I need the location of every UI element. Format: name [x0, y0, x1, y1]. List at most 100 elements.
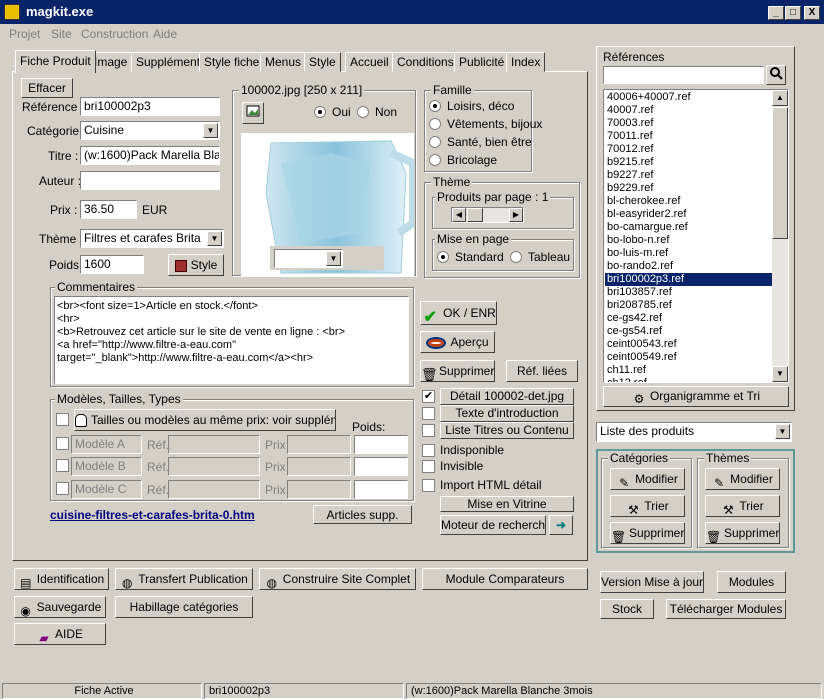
modele-c-field[interactable]: Modèle C [71, 480, 142, 499]
scroll-down-icon[interactable]: ▼ [772, 366, 788, 382]
reference-list-item[interactable]: ch11.ref [605, 364, 773, 377]
reference-list-item[interactable]: ceint00549.ref [605, 351, 773, 364]
tab-style-fiche[interactable]: Style fiche [199, 52, 265, 72]
modele-b-checkbox[interactable] [56, 459, 69, 472]
titre-field[interactable]: (w:1600)Pack Marella Blanc [80, 146, 220, 165]
reference-list-item[interactable]: bo-lobo-n.ref [605, 234, 773, 247]
reference-field[interactable]: bri100002p3 [80, 97, 220, 116]
menu-site[interactable]: Site [51, 27, 72, 41]
scroll-right-icon[interactable]: ▶ [509, 208, 523, 222]
arrow-right-icon[interactable]: ➜ [549, 515, 573, 535]
dropdown-arrow-icon[interactable]: ▼ [203, 123, 218, 138]
detail-button[interactable]: Détail 100002-det.jpg [440, 388, 574, 405]
scroll-left-icon[interactable]: ◀ [452, 208, 466, 222]
tab-supplement[interactable]: Supplément [131, 52, 206, 72]
reference-list-item[interactable]: 70003.ref [605, 117, 773, 130]
reference-list-item[interactable]: bri208785.ref [605, 299, 773, 312]
reference-list-item[interactable]: bri103857.ref [605, 286, 773, 299]
famille-radio-loisirs[interactable] [429, 100, 441, 112]
reference-list-item[interactable]: bl-easyrider2.ref [605, 208, 773, 221]
invisible-checkbox[interactable] [422, 460, 435, 473]
version-button[interactable]: Version Mise à jour [600, 571, 704, 593]
tableau-radio[interactable] [510, 251, 522, 263]
auteur-field[interactable] [80, 171, 220, 190]
ok-enr-button[interactable]: ✔ OK / ENR [420, 301, 497, 325]
scroll-thumb[interactable] [772, 107, 788, 239]
maximize-button[interactable]: □ [785, 6, 801, 20]
references-list[interactable]: 40006+40007.ref 40007.ref 70003.ref 70011.r… [603, 89, 789, 383]
references-search-input[interactable] [603, 66, 764, 84]
modele-c-checkbox[interactable] [56, 482, 69, 495]
reference-list-item[interactable]: ch12.ref [605, 377, 773, 382]
transfert-button[interactable]: ◍ Transfert Publication [115, 568, 253, 590]
reference-list-item[interactable]: bo-rando2.ref [605, 260, 773, 273]
reference-list-item[interactable]: 40006+40007.ref [605, 91, 773, 104]
themes-trier-button[interactable]: ⚒ Trier [705, 495, 780, 517]
categories-modifier-button[interactable]: ✎ Modifier [610, 468, 685, 490]
reference-list-item[interactable]: b9229.ref [605, 182, 773, 195]
tab-menus[interactable]: Menus [260, 52, 307, 72]
modele-a-poids-field[interactable] [354, 435, 408, 454]
categories-supprimer-button[interactable]: 🗑 Supprimer [610, 522, 685, 544]
scroll-thumb[interactable] [467, 208, 483, 222]
reference-list-item[interactable]: bri100002p3.ref [605, 273, 773, 286]
aide-button[interactable]: ▰ AIDE [14, 623, 106, 645]
minimize-button[interactable]: _ [768, 6, 784, 20]
habillage-button[interactable]: Habillage catégories [115, 596, 253, 618]
stock-button[interactable]: Stock [600, 599, 654, 619]
famille-radio-bricolage[interactable] [429, 154, 441, 166]
modele-c-prix-field[interactable] [287, 480, 351, 499]
modele-c-ref-field[interactable] [168, 480, 260, 499]
dropdown-arrow-icon[interactable]: ▼ [207, 231, 222, 246]
image-select-button[interactable] [242, 102, 264, 124]
tab-accueil[interactable]: Accueil [345, 52, 394, 72]
commentaires-textarea[interactable]: <br><font size=1>Article en stock.</font… [54, 296, 409, 384]
modele-b-ref-field[interactable] [168, 457, 260, 476]
texte-intro-checkbox[interactable] [422, 407, 435, 420]
tailles-button[interactable]: Tailles ou modèles au même prix: voir su… [74, 409, 336, 431]
standard-radio[interactable] [437, 251, 449, 263]
moteur-recherche-button[interactable]: Moteur de recherche [440, 515, 546, 535]
articles-supp-button[interactable]: Articles supp. [313, 505, 412, 524]
modele-a-field[interactable]: Modèle A [71, 435, 142, 454]
modele-c-poids-field[interactable] [354, 480, 408, 499]
reference-list-item[interactable]: bl-cherokee.ref [605, 195, 773, 208]
close-button[interactable]: X [804, 6, 820, 20]
import-html-checkbox[interactable] [422, 479, 435, 492]
reference-list-item[interactable]: ceint00543.ref [605, 338, 773, 351]
categorie-select[interactable]: Cuisine ▼ [80, 121, 220, 140]
famille-radio-sante[interactable] [429, 136, 441, 148]
modele-a-ref-field[interactable] [168, 435, 260, 454]
indisponible-checkbox[interactable] [422, 444, 435, 457]
telecharger-button[interactable]: Télécharger Modules [666, 599, 786, 619]
liste-titres-checkbox[interactable] [422, 424, 435, 437]
image-oui-radio[interactable] [314, 106, 326, 118]
ref-liees-button[interactable]: Réf. liées [506, 360, 578, 382]
theme-select[interactable]: Filtres et carafes Brita ▼ [80, 229, 224, 248]
dropdown-arrow-icon[interactable]: ▼ [775, 424, 790, 439]
apercu-button[interactable]: Aperçu [420, 331, 495, 353]
menu-construction[interactable]: Construction [81, 27, 148, 41]
reference-list-item[interactable]: b9227.ref [605, 169, 773, 182]
liste-titres-button[interactable]: Liste Titres ou Contenu [440, 422, 574, 439]
construire-button[interactable]: ◍ Construire Site Complet [259, 568, 416, 590]
organigramme-button[interactable]: ⚙ Organigramme et Tri [603, 386, 789, 407]
texte-intro-button[interactable]: Texte d'introduction [440, 405, 574, 422]
image-variant-select[interactable]: ▼ [274, 249, 343, 268]
sauvegarde-button[interactable]: ◉ Sauvegarde [14, 596, 106, 618]
references-scrollbar[interactable]: ▲ ▼ [772, 90, 788, 382]
famille-radio-vetements[interactable] [429, 118, 441, 130]
reference-list-item[interactable]: 40007.ref [605, 104, 773, 117]
mise-vitrine-button[interactable]: Mise en Vitrine [440, 496, 574, 512]
reference-list-item[interactable]: ce-gs54.ref [605, 325, 773, 338]
themes-supprimer-button[interactable]: 🗑 Supprimer [705, 522, 780, 544]
scroll-up-icon[interactable]: ▲ [772, 90, 788, 106]
modele-a-prix-field[interactable] [287, 435, 351, 454]
reference-list-item[interactable]: b9215.ref [605, 156, 773, 169]
tab-conditions[interactable]: Conditions [392, 52, 459, 72]
tab-fiche-produit[interactable]: Fiche Produit [15, 50, 96, 73]
modele-b-prix-field[interactable] [287, 457, 351, 476]
modules-button[interactable]: Modules [717, 571, 786, 593]
page-link[interactable]: cuisine-filtres-et-carafes-brita-0.htm [50, 508, 255, 522]
liste-select[interactable]: Liste des produits ▼ [596, 422, 792, 442]
